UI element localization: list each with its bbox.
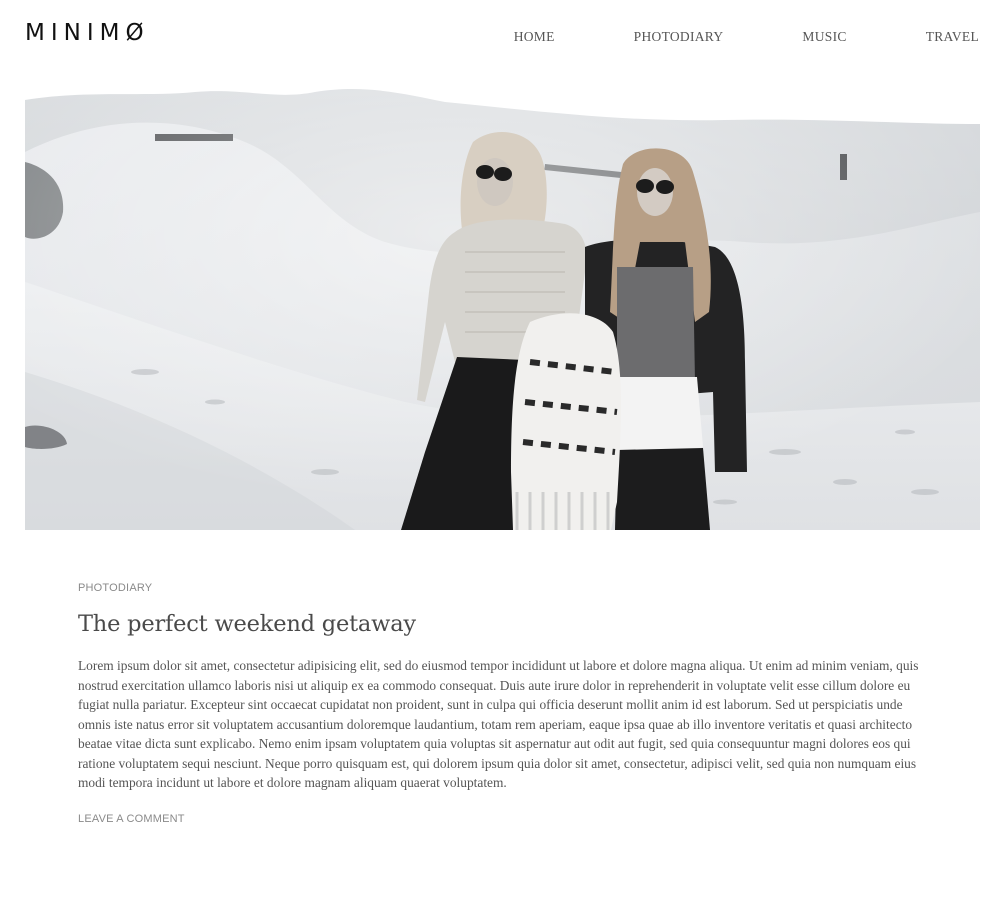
nav-item-home[interactable]: HOME: [514, 29, 555, 45]
nav-item-music[interactable]: MUSIC: [802, 29, 846, 45]
nav-item-travel[interactable]: TRAVEL: [926, 29, 979, 45]
site-header: MINIMØ HOME PHOTODIARY MUSIC TRAVEL: [0, 0, 1000, 72]
hero-image: [25, 72, 980, 530]
hero-photo: [25, 72, 980, 530]
post-body: Lorem ipsum dolor sit amet, consectetur …: [78, 658, 919, 790]
main-nav: HOME PHOTODIARY MUSIC TRAVEL: [514, 29, 979, 45]
post-title[interactable]: The perfect weekend getaway: [78, 611, 928, 637]
nav-item-photodiary[interactable]: PHOTODIARY: [634, 29, 724, 45]
post-category-link[interactable]: PHOTODIARY: [78, 582, 152, 594]
blanket: [511, 313, 621, 530]
site-logo[interactable]: MINIMØ: [25, 20, 150, 46]
blog-post: PHOTODIARY The perfect weekend getaway L…: [78, 576, 928, 826]
leave-comment-link[interactable]: LEAVE A COMMENT: [78, 813, 185, 825]
